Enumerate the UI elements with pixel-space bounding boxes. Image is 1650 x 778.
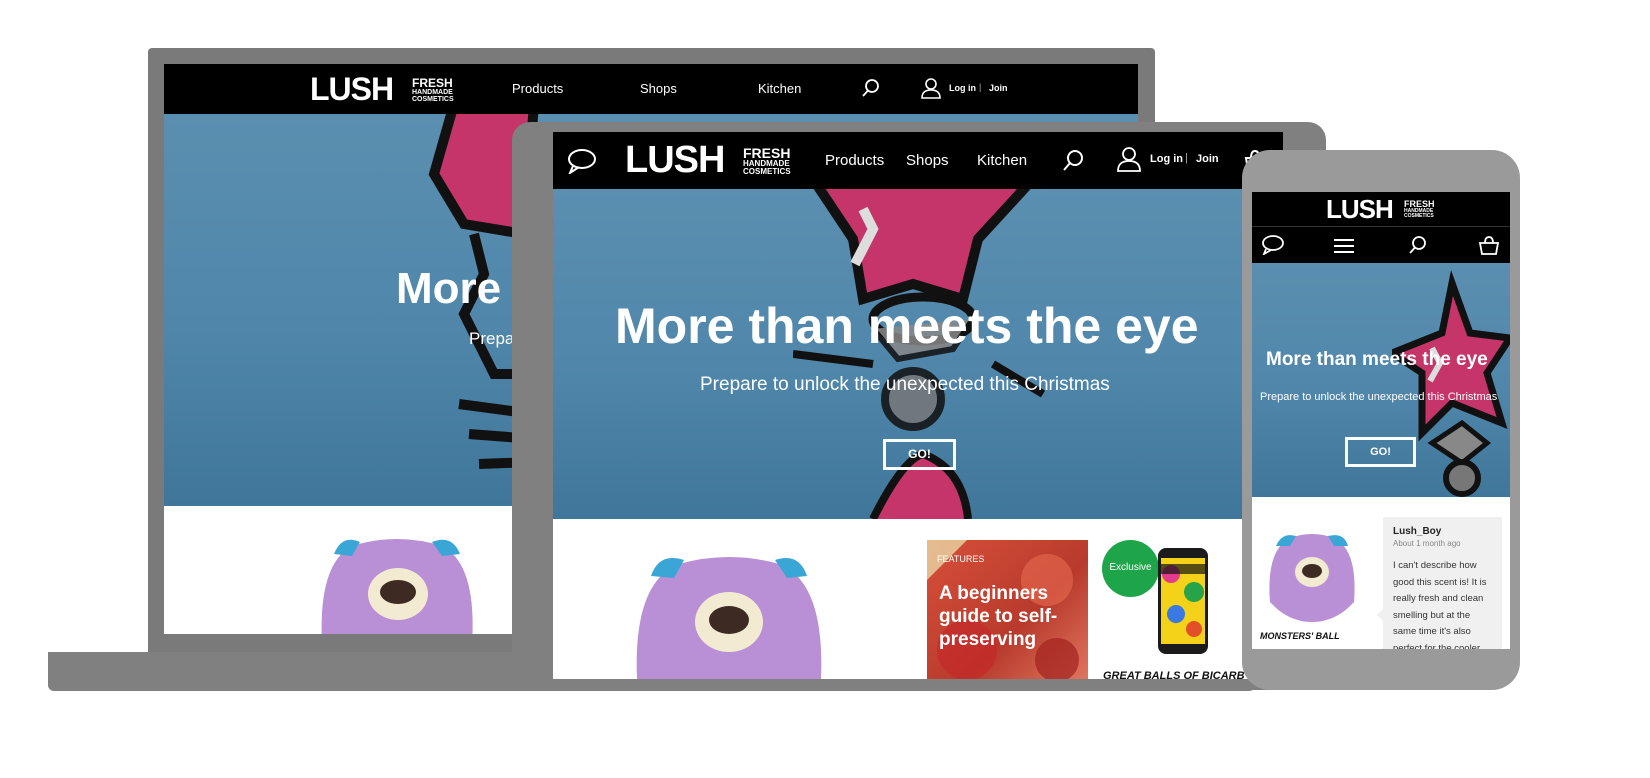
exclusive-badge-label: Exclusive (1109, 562, 1152, 573)
join-link[interactable]: Join (989, 83, 1008, 93)
exclusive-product-name[interactable]: GREAT BALLS OF BICARB (1103, 670, 1245, 679)
user-icon[interactable] (1116, 146, 1142, 172)
login-link[interactable]: Log in (1150, 153, 1183, 165)
tablet-nav: LUSH FRESH HANDMADE COSMETICS Products S… (553, 132, 1283, 189)
feature-tag: FEATURES (937, 554, 985, 564)
search-icon[interactable] (1061, 148, 1085, 172)
join-link[interactable]: Join (1196, 153, 1219, 165)
go-button[interactable]: GO! (883, 439, 956, 470)
tablet-screen: LUSH FRESH HANDMADE COSMETICS Products S… (553, 132, 1283, 679)
hero-title: More than meets the eye (615, 298, 1199, 354)
logo-tagline-fresh: FRESH (743, 145, 791, 161)
nav-shops[interactable]: Shops (640, 81, 677, 96)
basket-icon[interactable] (1478, 234, 1500, 256)
nav-shops[interactable]: Shops (906, 152, 949, 169)
logo-tagline-cosmetics: COSMETICS (743, 167, 791, 176)
nav-separator: | (1185, 152, 1188, 164)
nav-separator: | (979, 82, 982, 92)
review-bubble: Lush_Boy About 1 month ago I can't descr… (1377, 517, 1502, 649)
nav-kitchen[interactable]: Kitchen (977, 152, 1027, 169)
laptop-nav: LUSH FRESH HANDMADE COSMETICS Products S… (164, 64, 1138, 114)
hero-title-partial: More (396, 264, 502, 313)
user-icon[interactable] (920, 77, 942, 99)
laptop-product-image (312, 534, 482, 634)
nav-products[interactable]: Products (825, 152, 884, 169)
search-icon[interactable] (861, 78, 881, 98)
phone-nav: LUSH FRESH HANDMADE COSMETICS (1252, 192, 1510, 263)
logo-tagline-handmade: HANDMADE (412, 89, 453, 96)
tablet-product-image (629, 552, 829, 679)
review-text: I can't describe how good this scent is!… (1393, 560, 1487, 649)
logo[interactable]: LUSH (310, 71, 394, 108)
logo[interactable]: LUSH (625, 139, 725, 182)
feature-headline: A beginners guide to self-preserving (939, 583, 1058, 650)
logo-tagline-cosmetics: COSMETICS (412, 96, 454, 103)
phone-hero: More than meets the eye Prepare to unloc… (1252, 263, 1510, 497)
menu-icon[interactable] (1333, 237, 1355, 255)
review-product-name[interactable]: MONSTERS' BALL (1260, 631, 1340, 641)
hero-subtitle: Prepare to unlock the unexpected this Ch… (1260, 391, 1498, 403)
feature-card[interactable]: FEATURES A beginners guide to self-prese… (927, 540, 1088, 679)
nav-kitchen[interactable]: Kitchen (758, 81, 801, 96)
chat-icon[interactable] (567, 148, 597, 174)
phone-screen: LUSH FRESH HANDMADE COSMETICS More than … (1252, 192, 1510, 649)
hero-subtitle: Prepare to unlock the unexpected this Ch… (700, 374, 1110, 395)
go-button[interactable]: GO! (1345, 437, 1416, 467)
login-link[interactable]: Log in (949, 83, 976, 93)
logo-tagline-cosmetics: COSMETICS (1404, 213, 1434, 219)
search-icon[interactable] (1408, 235, 1428, 255)
nav-products[interactable]: Products (512, 81, 563, 96)
hero-title: More than meets the eye (1266, 349, 1488, 370)
exclusive-product-image (1156, 544, 1211, 656)
review-author: Lush_Boy (1393, 526, 1442, 537)
hero-subtitle-partial: Prepa (469, 329, 515, 348)
logo-tagline-fresh: FRESH (412, 76, 453, 90)
chat-icon[interactable] (1261, 235, 1285, 255)
tablet-hero: More than meets the eye Prepare to unloc… (553, 189, 1283, 519)
review-product-image (1266, 530, 1358, 622)
logo[interactable]: LUSH (1326, 194, 1394, 225)
review-time: About 1 month ago (1393, 539, 1461, 548)
